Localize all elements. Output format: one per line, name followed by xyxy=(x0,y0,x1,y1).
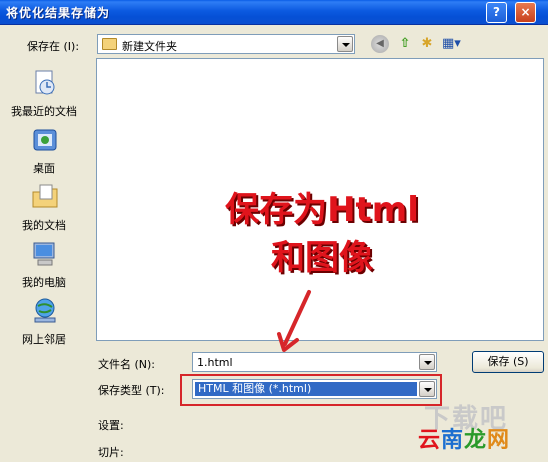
filename-value: 1.html xyxy=(197,356,233,369)
title-bar[interactable]: 将优化结果存储为 ? × xyxy=(0,0,548,25)
back-icon[interactable]: ◀ xyxy=(371,35,389,53)
my-documents-icon xyxy=(32,184,58,208)
filename-input[interactable]: 1.html xyxy=(192,352,437,372)
chevron-down-icon[interactable] xyxy=(337,36,353,52)
my-computer-icon xyxy=(33,242,55,266)
help-button[interactable]: ? xyxy=(486,2,507,23)
filename-label: 文件名 (N): xyxy=(98,358,156,371)
savetype-dropdown[interactable]: HTML 和图像 (*.html) xyxy=(192,379,437,399)
desktop-icon xyxy=(33,129,57,151)
window-title: 将优化结果存储为 xyxy=(6,6,111,20)
place-my-computer[interactable]: 我的电脑 xyxy=(4,234,84,290)
place-label: 桌面 xyxy=(33,162,55,175)
place-label: 网上邻居 xyxy=(22,333,66,346)
save-in-dropdown[interactable]: 新建文件夹 xyxy=(97,34,355,54)
network-places-icon xyxy=(34,298,56,323)
place-my-documents[interactable]: 我的文档 xyxy=(4,177,84,233)
folder-icon xyxy=(102,38,117,50)
settings-label: 设置: xyxy=(98,419,124,432)
close-button[interactable]: × xyxy=(515,2,536,23)
chevron-down-icon[interactable] xyxy=(419,354,435,370)
slices-label: 切片: xyxy=(98,446,124,459)
place-desktop[interactable]: 桌面 xyxy=(4,120,84,176)
place-network-places[interactable]: 网上邻居 xyxy=(4,291,84,347)
savetype-label: 保存类型 (T): xyxy=(98,384,165,397)
annotation-line-1: 保存为Html xyxy=(225,190,419,230)
place-label: 我最近的文档 xyxy=(11,105,77,118)
save-in-value: 新建文件夹 xyxy=(122,40,177,53)
place-label: 我的电脑 xyxy=(22,276,66,289)
up-folder-icon[interactable]: ⇧ xyxy=(396,35,414,53)
place-label: 我的文档 xyxy=(22,219,66,232)
watermark-bottom: 云南龙网 xyxy=(418,428,511,453)
recent-documents-icon xyxy=(35,70,55,95)
chevron-down-icon[interactable] xyxy=(419,381,435,397)
place-recent-documents[interactable]: 我最近的文档 xyxy=(4,63,84,119)
view-menu-icon[interactable]: ▦▾ xyxy=(442,35,461,53)
annotation-line-2: 和图像 xyxy=(271,238,373,278)
new-folder-icon[interactable]: ✱ xyxy=(418,35,436,53)
file-list[interactable]: 保存为Html 和图像 xyxy=(96,58,544,341)
annotation-arrow-icon xyxy=(277,290,311,352)
save-button[interactable]: 保存 (S) xyxy=(472,351,544,373)
save-in-label: 保存在 (I): xyxy=(27,40,80,53)
savetype-value: HTML 和图像 (*.html) xyxy=(195,382,417,396)
places-bar: 我最近的文档 桌面 我的文档 我的电脑 网上邻居 xyxy=(4,57,84,349)
watermark-logo: 下载吧 云南龙网 xyxy=(418,398,544,458)
